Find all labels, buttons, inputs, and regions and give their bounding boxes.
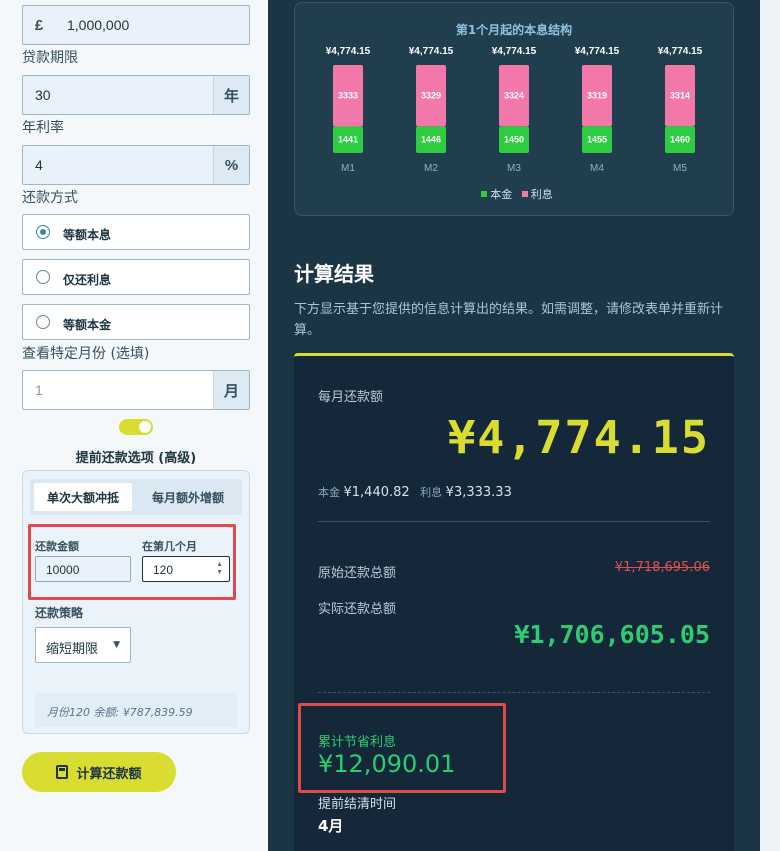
method-option-label: 等额本息 — [63, 228, 112, 242]
chart-legend: 本金 利息 — [295, 186, 733, 202]
strategy-label: 还款策略 — [35, 606, 84, 620]
original-total-value: ¥1,718,695.06 — [614, 560, 710, 575]
specific-month-unit: 月 — [213, 371, 249, 409]
radio-icon — [36, 315, 50, 329]
bar-total-label: ¥4,774.15 — [326, 46, 371, 57]
early-payoff-value: 4月 — [318, 817, 344, 835]
calculate-button-label: 计算还款额 — [76, 766, 142, 782]
advanced-toggle[interactable] — [119, 419, 153, 435]
principal-value: ¥1,440.82 — [343, 485, 410, 500]
radio-icon — [36, 270, 50, 284]
legend-swatch-principal — [481, 191, 488, 197]
bar-data-label: 3314 — [670, 91, 690, 101]
bar-data-label: 1446 — [421, 135, 441, 145]
bar-data-label: 3329 — [421, 91, 441, 101]
results-description: 下方显示基于您提供的信息计算出的结果。如需调整，请修改表单并重新计算。 — [294, 302, 724, 338]
bar-data-label: 3333 — [338, 91, 358, 101]
bar-data-label: 1450 — [504, 135, 524, 145]
rate-unit: % — [213, 146, 249, 184]
rate-value: 4 — [35, 157, 43, 173]
bar-total-label: ¥4,774.15 — [575, 46, 620, 57]
actual-total-label: 实际还款总额 — [318, 602, 397, 617]
prepayment-panel: 单次大额冲抵 每月额外增额 还款金额 10000 在第几个月 120 ▲ ▼ 还款… — [22, 470, 250, 734]
bar-data-label: 1441 — [338, 135, 358, 145]
term-input[interactable]: 30 年 — [22, 75, 250, 115]
tab-lump-sum[interactable]: 单次大额冲抵 — [34, 483, 132, 511]
category-tick-label: M5 — [673, 163, 687, 174]
results-title: 计算结果 — [294, 262, 374, 286]
legend-label-interest: 利息 — [530, 188, 553, 201]
term-value: 30 — [35, 87, 51, 103]
legend-label-principal: 本金 — [490, 188, 513, 201]
method-option-interest-only[interactable]: 仅还利息 — [22, 259, 250, 295]
principal-label: 本金 — [318, 486, 340, 499]
calculate-button[interactable]: 计算还款额 — [22, 752, 176, 792]
method-option-equal-installment[interactable]: 等额本息 — [22, 214, 250, 250]
bar-data-label: 1455 — [587, 135, 607, 145]
category-tick-label: M3 — [507, 163, 521, 174]
specific-month-input[interactable]: 1 月 — [22, 370, 250, 410]
chart-svg: 1441 3333 ¥4,774.15 M1 1446 3329 ¥4,774.15 M2 14… — [326, 46, 703, 174]
original-total-label: 原始还款总额 — [318, 566, 397, 581]
monthly-payment-value: ¥4,774.15 — [448, 411, 710, 464]
loan-amount-value: 1,000,000 — [67, 17, 130, 33]
results-panel: 第1个月起的本息结构 1441 3333 ¥4,774.15 M1 1446 3329 ¥4… — [268, 0, 760, 851]
actual-total-value: ¥1,706,605.05 — [514, 620, 710, 649]
divider — [318, 521, 710, 522]
loan-amount-input[interactable]: £ 1,000,000 — [22, 5, 250, 45]
bar-total-label: ¥4,774.15 — [492, 46, 537, 57]
method-option-label: 仅还利息 — [63, 273, 112, 287]
payment-structure-chart: 第1个月起的本息结构 1441 3333 ¥4,774.15 M1 1446 3329 ¥4… — [294, 2, 734, 216]
interest-label: 利息 — [420, 486, 443, 499]
bar-data-label: 1460 — [670, 135, 690, 145]
method-option-label: 等额本金 — [63, 318, 112, 332]
category-tick-label: M2 — [424, 163, 438, 174]
strategy-value: 缩短期限 — [46, 642, 99, 657]
balance-note: 月份120 余额: ¥787,839.59 — [35, 693, 237, 727]
bar-total-label: ¥4,774.15 — [658, 46, 703, 57]
monthly-payment-label: 每月还款额 — [318, 390, 384, 405]
tab-monthly-extra[interactable]: 每月额外增额 — [138, 483, 238, 511]
category-tick-label: M4 — [590, 163, 604, 174]
early-payoff-label: 提前结清时间 — [318, 797, 397, 812]
category-tick-label: M1 — [341, 163, 355, 174]
term-label: 贷款期限 — [22, 50, 78, 66]
payment-breakdown: 本金 ¥1,440.82 利息 ¥3,333.33 — [318, 484, 512, 500]
bar-total-label: ¥4,774.15 — [409, 46, 454, 57]
specific-month-label: 查看特定月份 (选填) — [22, 346, 150, 362]
rate-input[interactable]: 4 % — [22, 145, 250, 185]
interest-value: ¥3,333.33 — [445, 485, 512, 500]
saved-interest-highlight — [298, 703, 506, 793]
loan-form: £ 1,000,000 贷款期限 30 年 年利率 4 % 还款方式 等额本息 … — [0, 0, 268, 851]
bar-data-label: 3319 — [587, 91, 607, 101]
bar-data-label: 3324 — [504, 91, 524, 101]
method-option-equal-principal[interactable]: 等额本金 — [22, 304, 250, 340]
strategy-select[interactable]: 缩短期限 ▼ — [35, 627, 131, 663]
rate-label: 年利率 — [22, 120, 64, 136]
method-label: 还款方式 — [22, 190, 78, 206]
legend-swatch-interest — [521, 191, 528, 197]
highlight-box — [28, 524, 236, 600]
dashed-divider — [318, 692, 710, 693]
term-unit: 年 — [213, 76, 249, 114]
chevron-down-icon: ▼ — [113, 640, 120, 650]
specific-month-placeholder: 1 — [35, 382, 43, 398]
prepayment-tabs: 单次大额冲抵 每月额外增额 — [30, 479, 242, 515]
radio-selected-icon — [36, 225, 50, 239]
advanced-options-title: 提前还款选项 (高级) — [75, 451, 197, 466]
calculator-icon — [56, 765, 69, 779]
currency-symbol: £ — [34, 16, 44, 34]
